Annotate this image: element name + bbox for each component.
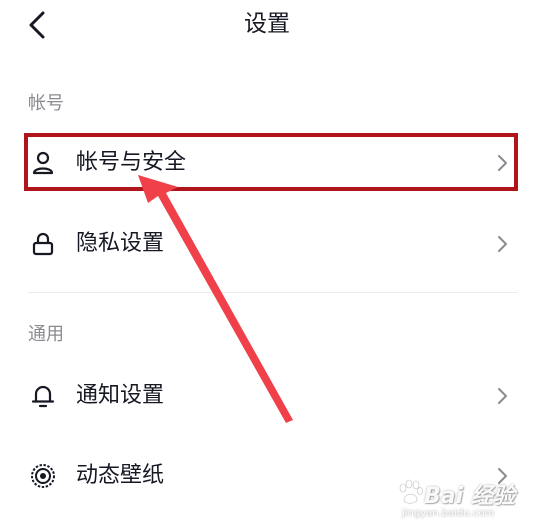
menu-item-account-security[interactable]: 帐号与安全 (24, 135, 518, 191)
paw-logo-icon (399, 479, 423, 504)
watermark-url: jingyan.baidu.com (402, 508, 495, 519)
menu-item-label: 动态壁纸 (76, 463, 165, 488)
page-title: 设置 (244, 11, 290, 37)
menu-item-label: 帐号与安全 (76, 150, 187, 175)
menu-item-privacy-settings[interactable]: 隐私设置 (24, 216, 518, 272)
menu-item-label: 通知设置 (76, 383, 165, 408)
menu-item-notification-settings[interactable]: 通知设置 (24, 368, 518, 424)
chevron-right-icon (498, 388, 507, 404)
watermark-brand: Bai 经验 (424, 484, 515, 509)
section-divider (28, 292, 518, 293)
section-title-account: 帐号 (28, 93, 64, 114)
lock-icon (32, 232, 54, 256)
section-title-general: 通用 (28, 324, 64, 345)
watermark: Bai 经验 jingyan.baidu.com (384, 474, 530, 526)
menu-item-label: 隐私设置 (76, 231, 165, 256)
wallpaper-icon (31, 464, 55, 488)
user-icon (32, 151, 54, 175)
chevron-right-icon (498, 236, 507, 252)
header: 设置 (0, 0, 534, 50)
bell-icon (31, 385, 55, 408)
chevron-right-icon (498, 155, 507, 171)
